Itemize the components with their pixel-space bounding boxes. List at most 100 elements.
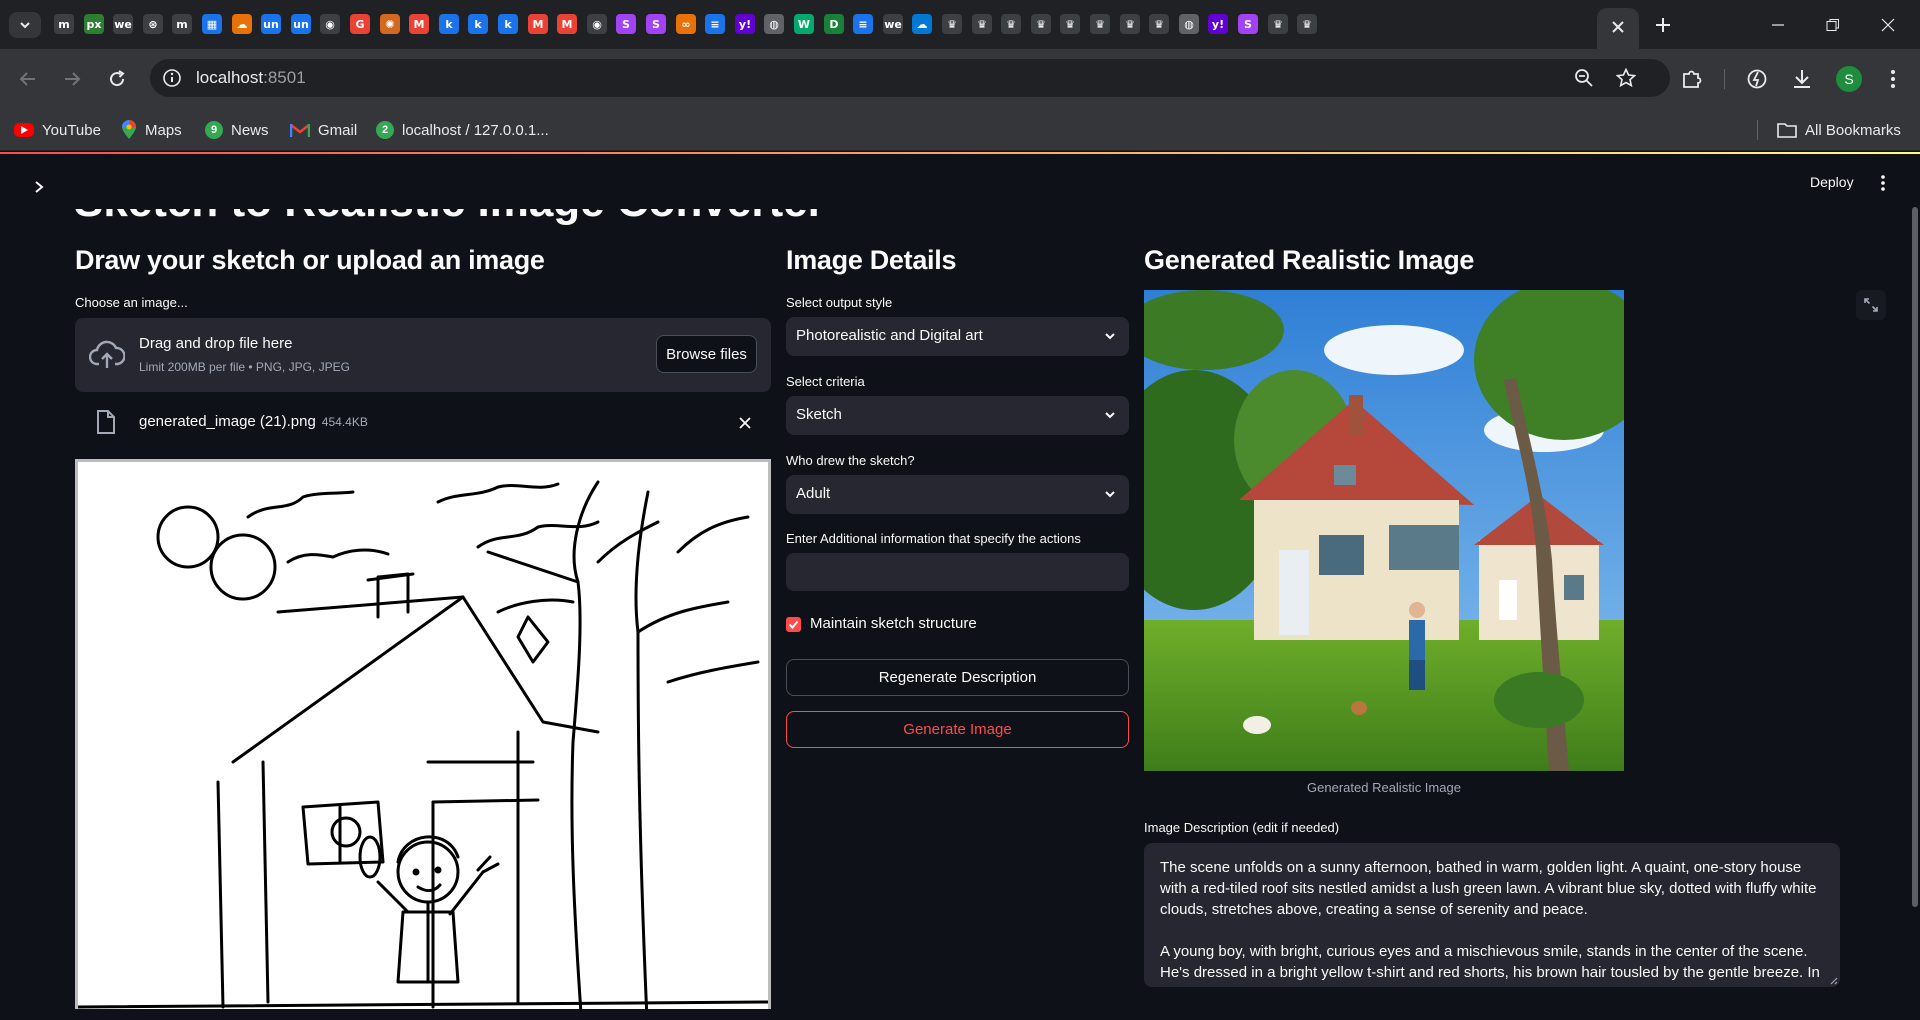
file-dropzone[interactable]: Drag and drop file here Limit 200MB per … [75, 318, 771, 392]
image-description-textarea[interactable]: The scene unfolds on a sunny afternoon, … [1144, 843, 1840, 987]
bookmark-news[interactable]: 9 News [205, 119, 269, 141]
docs-icon[interactable]: ≡ [853, 14, 873, 34]
crown-icon[interactable]: ♛ [1031, 14, 1051, 34]
active-tab[interactable] [1597, 8, 1639, 49]
k-icon[interactable]: k [498, 14, 518, 34]
extensions-button[interactable] [1677, 64, 1707, 94]
yahoo-icon[interactable]: y! [1208, 14, 1228, 34]
w3-icon[interactable]: W [794, 14, 814, 34]
streamlit-app: Deploy Sketch to Realistic Image Convert… [0, 152, 1920, 1020]
px-icon[interactable]: px [84, 14, 104, 34]
resize-handle-icon[interactable] [1828, 975, 1838, 985]
bookmark-label: YouTube [42, 121, 101, 139]
tab-strip: m px we ⊛ m ▦ ☁ un un ◉ G ✺ Mk k k M M ◉ S S ∞ ≡ y! ◍ W D ≡ we ☁ ♛ ♛ ♛ ♛… [0, 0, 1920, 49]
reload-icon [110, 70, 125, 87]
openai-icon[interactable]: ⊛ [143, 14, 163, 34]
forward-button[interactable] [58, 65, 86, 93]
bookmark-gmail[interactable]: Gmail [290, 119, 357, 141]
we-icon[interactable]: we [883, 14, 903, 34]
un-icon[interactable]: un [261, 14, 281, 34]
who-drew-select[interactable]: Adult [786, 475, 1129, 514]
performance-button[interactable] [1742, 64, 1772, 94]
additional-info-input[interactable] [786, 553, 1129, 591]
maintain-structure-checkbox[interactable] [786, 617, 801, 632]
layout-icon[interactable]: ▦ [202, 14, 222, 34]
infinity-icon[interactable]: ∞ [676, 14, 696, 34]
un-icon[interactable]: un [291, 14, 311, 34]
tab-search-button[interactable] [9, 12, 41, 38]
output-style-select[interactable]: Photorealistic and Digital art [786, 317, 1129, 356]
bookmark-youtube[interactable]: YouTube [14, 119, 101, 141]
site-info-icon[interactable] [162, 68, 182, 88]
youtube-icon [14, 123, 34, 137]
chevron-down-icon [1105, 412, 1115, 419]
minimize-button[interactable] [1755, 10, 1801, 40]
crown-icon[interactable]: ♛ [1297, 14, 1317, 34]
github-icon[interactable]: ◉ [320, 14, 340, 34]
sidebar-expand-button[interactable] [28, 176, 50, 198]
back-button[interactable] [14, 65, 42, 93]
url-text[interactable]: localhost:8501 [196, 68, 306, 88]
all-bookmarks-button[interactable]: All Bookmarks [1777, 119, 1901, 141]
crown-icon[interactable]: ♛ [972, 14, 992, 34]
m-icon[interactable]: m [172, 14, 192, 34]
fullscreen-button[interactable] [1856, 290, 1886, 320]
k-icon[interactable]: k [468, 14, 488, 34]
yahoo-icon[interactable]: y! [735, 14, 755, 34]
who-drew-label: Who drew the sketch? [786, 453, 915, 468]
crown-icon[interactable]: ♛ [1090, 14, 1110, 34]
page-scrollbar[interactable] [1912, 207, 1918, 907]
cloud-icon[interactable]: ☁ [232, 14, 252, 34]
s-icon[interactable]: S [616, 14, 636, 34]
docs-icon[interactable]: ≡ [705, 14, 725, 34]
zoom-icon[interactable] [1574, 68, 1594, 88]
browser-menu-button[interactable] [1878, 64, 1908, 94]
onedrive-icon[interactable]: ☁ [912, 14, 932, 34]
crown-icon[interactable]: ♛ [1149, 14, 1169, 34]
news-icon: 9 [205, 121, 223, 139]
gmail-icon[interactable]: M [528, 14, 548, 34]
restore-button[interactable] [1810, 10, 1856, 40]
gmail-icon[interactable]: M [409, 14, 429, 34]
google-icon[interactable]: G [350, 14, 370, 34]
s-icon[interactable]: S [1238, 14, 1258, 34]
d-icon[interactable]: D [824, 14, 844, 34]
star-icon[interactable] [1616, 68, 1636, 88]
crown-icon[interactable]: ♛ [1120, 14, 1140, 34]
maintain-structure-label[interactable]: Maintain sketch structure [810, 615, 977, 632]
close-window-button[interactable] [1865, 10, 1911, 40]
k-icon[interactable]: k [439, 14, 459, 34]
new-tab-button[interactable] [1650, 12, 1676, 38]
phpmyadmin-icon: 2 [376, 121, 394, 139]
crown-icon[interactable]: ♛ [1001, 14, 1021, 34]
bookmark-localhost[interactable]: 2 localhost / 127.0.0.1... [376, 119, 549, 141]
github-icon[interactable]: ◉ [587, 14, 607, 34]
speed-icon [1747, 69, 1767, 89]
crown-icon[interactable]: ♛ [942, 14, 962, 34]
description-label: Image Description (edit if needed) [1144, 820, 1340, 835]
description-paragraph: A young boy, with bright, curious eyes a… [1160, 943, 1820, 987]
criteria-select[interactable]: Sketch [786, 396, 1129, 435]
close-tab-icon[interactable] [1611, 20, 1625, 34]
bookmark-label: News [231, 121, 269, 139]
s-icon[interactable]: S [646, 14, 666, 34]
remove-file-button[interactable] [735, 413, 755, 433]
gmail-icon[interactable]: M [557, 14, 577, 34]
app-menu-button[interactable] [1872, 172, 1894, 194]
we-icon[interactable]: we [113, 14, 133, 34]
crown-icon[interactable]: ♛ [1268, 14, 1288, 34]
globe-icon[interactable]: ◍ [764, 14, 784, 34]
bookmark-maps[interactable]: Maps [121, 119, 182, 141]
reload-button[interactable] [103, 65, 131, 93]
m-icon[interactable]: m [54, 14, 74, 34]
globe-icon[interactable]: ◍ [1179, 14, 1199, 34]
generate-image-button[interactable]: Generate Image [786, 711, 1129, 748]
crown-icon[interactable]: ♛ [1060, 14, 1080, 34]
spark-icon[interactable]: ✺ [380, 14, 400, 34]
downloads-button[interactable] [1787, 64, 1817, 94]
address-bar[interactable]: localhost:8501 [150, 59, 1670, 97]
deploy-button[interactable]: Deploy [1810, 174, 1854, 190]
browse-files-button[interactable]: Browse files [656, 335, 757, 373]
regenerate-description-button[interactable]: Regenerate Description [786, 659, 1129, 696]
profile-avatar[interactable]: S [1836, 66, 1862, 92]
